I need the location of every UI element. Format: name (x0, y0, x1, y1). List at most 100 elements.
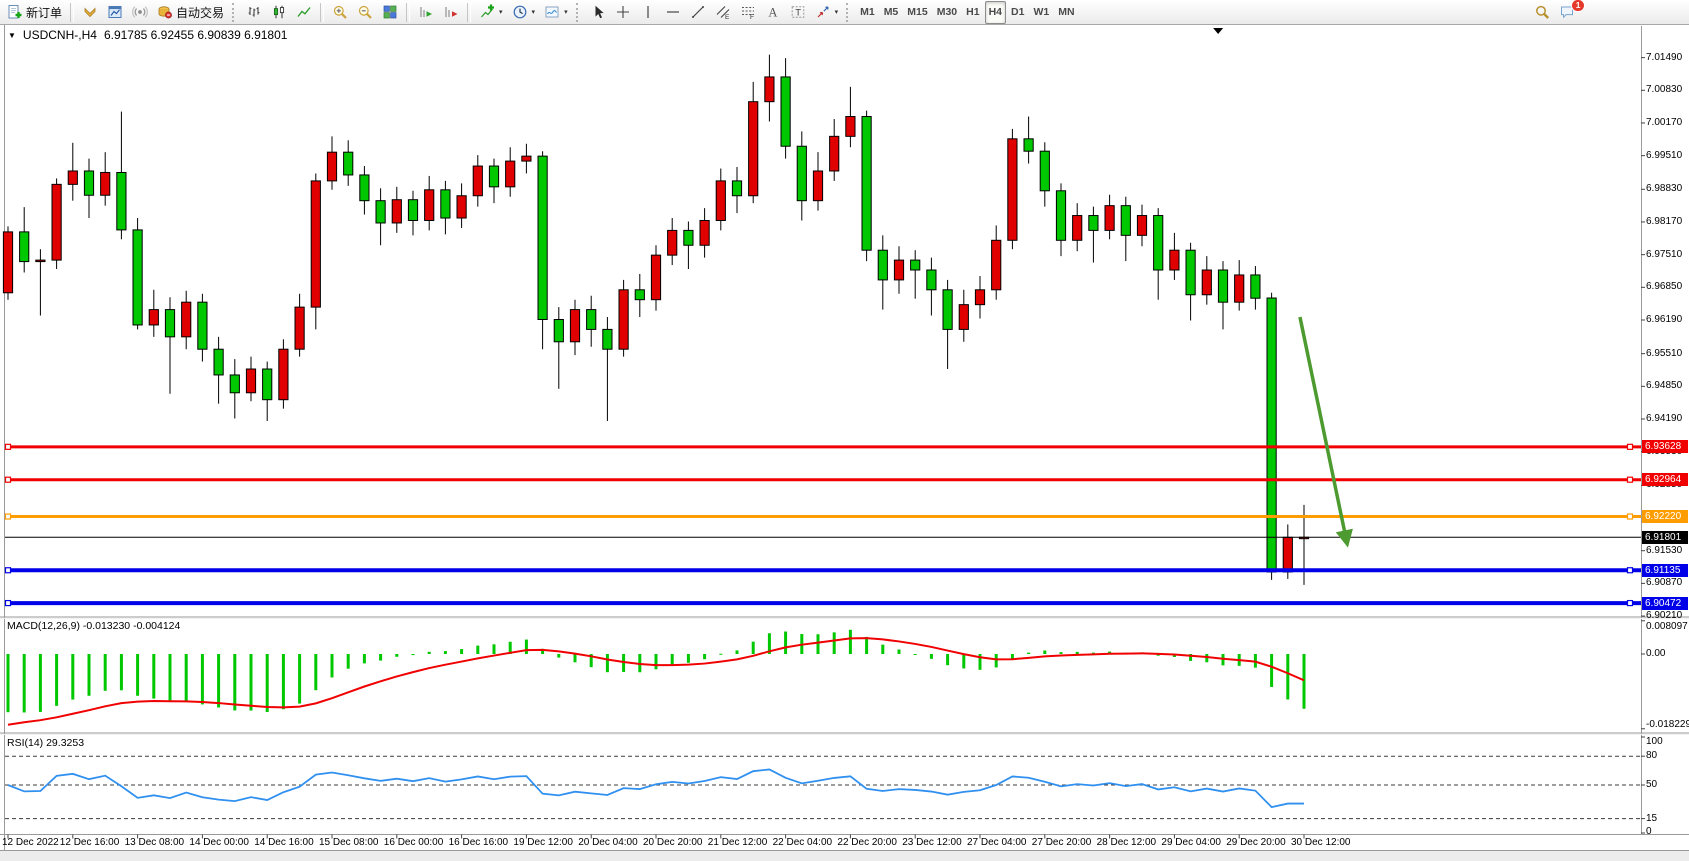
notifications-button[interactable]: 1 (1555, 1, 1579, 24)
autotrading-icon (157, 4, 173, 20)
channel-icon: E (715, 4, 731, 20)
chart-canvas (0, 0, 1689, 861)
candlestick-icon (271, 4, 287, 20)
rsi-line (8, 769, 1304, 807)
down-arrow-annotation[interactable] (1300, 317, 1347, 543)
zoom-in-button[interactable] (328, 1, 352, 24)
broadcast-icon (132, 4, 148, 20)
svg-text:A: A (768, 6, 777, 20)
timeframe-w1-button[interactable]: W1 (1029, 1, 1053, 24)
auto-scroll-button[interactable] (414, 1, 438, 24)
timeframe-m1-button[interactable]: M1 (856, 1, 879, 24)
hline-handle[interactable] (1628, 514, 1633, 519)
vertical-line-icon (640, 4, 656, 20)
tile-windows-button[interactable] (378, 1, 402, 24)
horizontal-line-button[interactable] (661, 1, 685, 24)
toolbar-separator (467, 3, 471, 22)
timeframe-m30-button[interactable]: M30 (933, 1, 961, 24)
new-order-icon (7, 4, 23, 20)
zoom-in-icon (332, 4, 348, 20)
timeframe-label: MN (1058, 6, 1074, 18)
new-order-button-label: 新订单 (26, 4, 62, 21)
candles (3, 55, 1308, 585)
timeframe-label: M30 (937, 6, 957, 18)
zoom-out-button[interactable] (353, 1, 377, 24)
timeframe-h4-button[interactable]: H4 (985, 1, 1006, 24)
gold-arrow-button[interactable] (78, 1, 102, 24)
toolbar-grip[interactable] (232, 3, 237, 22)
crosshair-button[interactable] (611, 1, 635, 24)
chevron-down-icon: ▾ (835, 8, 839, 16)
timeframe-label: M15 (907, 6, 927, 18)
text-label-icon: T (790, 4, 806, 20)
arrows-button[interactable]: ▾ (811, 1, 843, 24)
chart-shift-icon (443, 4, 459, 20)
hline-handle[interactable] (6, 514, 11, 519)
timeframe-label: W1 (1033, 6, 1049, 18)
indicators-button[interactable]: ▾ (475, 1, 507, 24)
tile-windows-icon (382, 4, 398, 20)
line-chart-icon (296, 4, 312, 20)
indicators-icon (479, 4, 495, 20)
chevron-down-icon: ▾ (499, 8, 503, 16)
hline-handle[interactable] (1628, 477, 1633, 482)
timeframe-d1-button[interactable]: D1 (1007, 1, 1028, 24)
timeframe-label: H1 (966, 6, 979, 18)
templates-icon (544, 4, 560, 20)
search-button[interactable] (1530, 1, 1554, 24)
toolbar-separator (320, 3, 324, 22)
svg-text:F: F (750, 14, 754, 20)
chart-shift-button[interactable] (439, 1, 463, 24)
hline-handle[interactable] (6, 601, 11, 606)
timeframe-label: M1 (860, 6, 875, 18)
hline-handle[interactable] (6, 568, 11, 573)
fibonacci-button[interactable]: F (736, 1, 760, 24)
svg-text:T: T (795, 8, 801, 19)
timeframe-m5-button[interactable]: M5 (880, 1, 903, 24)
chart-shift-marker-icon[interactable] (1213, 28, 1223, 34)
new-order-button[interactable]: 新订单 (3, 1, 66, 24)
timeframe-mn-button[interactable]: MN (1054, 1, 1078, 24)
hline-handle[interactable] (6, 444, 11, 449)
toolbar-grip[interactable] (576, 3, 581, 22)
arrows-icon (815, 4, 831, 20)
line-chart-button[interactable] (292, 1, 316, 24)
fibonacci-icon: F (740, 4, 756, 20)
cursor-icon (590, 4, 606, 20)
periods-icon (512, 4, 528, 20)
hline-handle[interactable] (1628, 568, 1633, 573)
vertical-line-button[interactable] (636, 1, 660, 24)
equidistant-channel-button[interactable]: E (711, 1, 735, 24)
templates-button[interactable]: ▾ (540, 1, 572, 24)
zoom-out-icon (357, 4, 373, 20)
hline-handle[interactable] (6, 477, 11, 482)
bar-chart-button[interactable] (242, 1, 266, 24)
trendline-icon (690, 4, 706, 20)
chart-window-icon (107, 4, 123, 20)
toolbar-separator (70, 3, 74, 22)
text-button[interactable]: A (761, 1, 785, 24)
toolbar-grip[interactable] (846, 3, 851, 22)
autotrading-button[interactable]: 自动交易 (153, 1, 228, 24)
new-chart-window-button[interactable] (103, 1, 127, 24)
timeframe-m15-button[interactable]: M15 (903, 1, 931, 24)
hline-handle[interactable] (1628, 444, 1633, 449)
alerts-button[interactable] (128, 1, 152, 24)
trendline-button[interactable] (686, 1, 710, 24)
timeframe-label: M5 (884, 6, 899, 18)
timeframe-h1-button[interactable]: H1 (962, 1, 983, 24)
toolbar: 新订单自动交易▾▾▾EFAT▾M1M5M15M30H1H4D1W1MN1 (0, 0, 1689, 25)
periods-button[interactable]: ▾ (508, 1, 540, 24)
hline-handle[interactable] (1628, 601, 1633, 606)
svg-text:E: E (725, 14, 730, 20)
candlestick-chart-button[interactable] (267, 1, 291, 24)
text-label-button[interactable]: T (786, 1, 810, 24)
cursor-button[interactable] (586, 1, 610, 24)
gold-arrow-icon (82, 4, 98, 20)
toolbar-separator (406, 3, 410, 22)
notification-badge: 1 (1571, 0, 1585, 12)
window-frame-bottom (0, 851, 1689, 861)
crosshair-icon (615, 4, 631, 20)
autotrading-button-label: 自动交易 (176, 4, 224, 21)
bar-chart-icon (246, 4, 262, 20)
